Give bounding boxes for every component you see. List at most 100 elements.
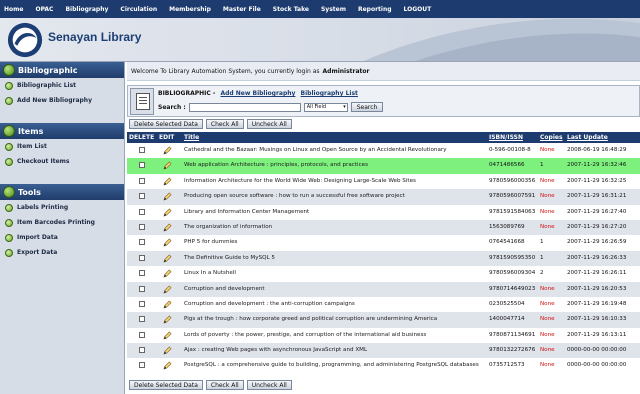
sidebar-item-labels-printing[interactable]: Labels Printing: [0, 200, 124, 215]
table-row: Producing open source software : how to …: [127, 189, 640, 205]
delete-checkbox[interactable]: [139, 347, 145, 354]
row-last-update: 2007-11-29 16:32:25: [567, 177, 627, 184]
bullet-icon: [5, 234, 13, 242]
edit-pencil-icon[interactable]: [163, 346, 172, 355]
delete-checkbox[interactable]: [139, 223, 145, 230]
edit-pencil-icon[interactable]: [163, 177, 172, 186]
delete-checkbox[interactable]: [139, 285, 145, 292]
nav-logout[interactable]: LOGOUT: [404, 6, 432, 13]
edit-pencil-icon[interactable]: [163, 238, 172, 247]
row-isbn: 0-596-00108-8: [489, 147, 531, 153]
row-title[interactable]: The Definitive Guide to MySQL 5: [184, 255, 275, 261]
search-button[interactable]: Search: [350, 102, 384, 112]
delete-checkbox[interactable]: [139, 208, 145, 215]
sidebar-item-label: Labels Printing: [17, 204, 69, 211]
delete-selected-button[interactable]: Delete Selected Data: [129, 380, 203, 390]
col-isbn[interactable]: ISBN/ISSN: [489, 134, 523, 141]
edit-pencil-icon[interactable]: [163, 146, 172, 155]
edit-pencil-icon[interactable]: [163, 285, 172, 294]
sidebar-item-import-data[interactable]: Import Data: [0, 230, 124, 245]
row-title[interactable]: Linux In a Nutshell: [184, 270, 236, 276]
items-section-icon: [3, 125, 15, 137]
row-isbn: 0230525504: [489, 300, 525, 307]
edit-pencil-icon[interactable]: [163, 300, 172, 309]
delete-checkbox[interactable]: [139, 254, 145, 261]
delete-checkbox[interactable]: [139, 147, 145, 153]
nav-circulation[interactable]: Circulation: [120, 6, 157, 13]
nav-opac[interactable]: OPAC: [35, 6, 53, 13]
nav-reporting[interactable]: Reporting: [358, 6, 392, 13]
row-title[interactable]: Lords of poverty : the power, prestige, …: [184, 332, 426, 338]
table-row: Ajax : creating Web pages with asynchron…: [127, 343, 640, 359]
row-title[interactable]: Information Architecture for the World W…: [184, 178, 416, 184]
sidebar-item-bibliographic-list[interactable]: Bibliographic List: [0, 78, 124, 93]
delete-checkbox[interactable]: [139, 362, 145, 369]
edit-pencil-icon[interactable]: [163, 192, 172, 201]
sidebar-item-item-barcodes-printing[interactable]: Item Barcodes Printing: [0, 215, 124, 230]
nav-master-file[interactable]: Master File: [223, 6, 261, 13]
col-copies[interactable]: Copies: [540, 134, 563, 141]
row-last-update: 0000-00-00 00:00:00: [567, 362, 627, 369]
row-copies: None: [540, 208, 555, 215]
row-title[interactable]: Corruption and development: [184, 286, 265, 292]
sidebar-item-item-list[interactable]: Item List: [0, 139, 124, 154]
row-last-update: 2007-11-29 16:10:33: [567, 316, 627, 323]
row-copies: None: [540, 147, 555, 153]
col-title[interactable]: Title: [184, 134, 199, 141]
edit-pencil-icon[interactable]: [163, 161, 172, 170]
row-title[interactable]: Ajax : creating Web pages with asynchron…: [184, 347, 367, 353]
nav-membership[interactable]: Membership: [169, 6, 211, 13]
row-copies: 1: [540, 239, 544, 246]
sidebar-item-add-new-bibliography[interactable]: Add New Bibliography: [0, 93, 124, 108]
uncheck-all-button[interactable]: Uncheck All: [246, 380, 292, 390]
delete-checkbox[interactable]: [139, 331, 145, 338]
check-all-button[interactable]: Check All: [205, 380, 244, 390]
delete-checkbox[interactable]: [139, 316, 145, 323]
row-title[interactable]: Pigs at the trough : how corporate greed…: [184, 316, 437, 322]
delete-checkbox[interactable]: [139, 162, 145, 169]
check-all-button[interactable]: Check All: [205, 119, 244, 129]
search-input[interactable]: [188, 102, 301, 112]
nav-home[interactable]: Home: [4, 6, 23, 13]
sidebar-item-export-data[interactable]: Export Data: [0, 245, 124, 260]
row-title[interactable]: PostgreSQL : a comprehensive guide to bu…: [184, 362, 479, 368]
row-title[interactable]: Library and Information Center Managemen…: [184, 209, 309, 215]
add-new-bibliography-link[interactable]: Add New Bibliography: [220, 90, 295, 97]
edit-pencil-icon[interactable]: [163, 269, 172, 278]
row-isbn: 9780871134691: [489, 331, 536, 338]
edit-pencil-icon[interactable]: [163, 208, 172, 217]
row-copies: None: [540, 285, 555, 292]
row-title[interactable]: Cathedral and the Bazaar: Musings on Lin…: [184, 147, 447, 153]
uncheck-all-button[interactable]: Uncheck All: [246, 119, 292, 129]
row-isbn: 9780596009304: [489, 270, 536, 277]
delete-checkbox[interactable]: [139, 239, 145, 246]
row-last-update: 2007-11-29 16:26:11: [567, 270, 627, 277]
edit-pencil-icon[interactable]: [163, 361, 172, 370]
nav-system[interactable]: System: [321, 6, 346, 13]
sidebar-item-checkout-items[interactable]: Checkout Items: [0, 154, 124, 169]
sidebar-section-title: Items: [18, 126, 44, 136]
row-title[interactable]: The organization of information: [184, 224, 272, 230]
edit-pencil-icon[interactable]: [163, 254, 172, 263]
nav-stock-take[interactable]: Stock Take: [273, 6, 309, 13]
row-title[interactable]: Web application Architecture : principle…: [184, 162, 368, 168]
edit-pencil-icon[interactable]: [163, 315, 172, 324]
delete-checkbox[interactable]: [139, 177, 145, 184]
bibliography-list-link[interactable]: Bibliography List: [301, 90, 358, 97]
search-field-select[interactable]: All Field ▾: [303, 102, 348, 112]
row-title[interactable]: Producing open source software : how to …: [184, 193, 405, 199]
row-isbn: 9780596007591: [489, 193, 536, 200]
row-title[interactable]: Corruption and development : the anti-co…: [184, 301, 355, 307]
row-copies: None: [540, 193, 555, 200]
col-last-update[interactable]: Last Update: [567, 134, 608, 141]
delete-checkbox[interactable]: [139, 193, 145, 200]
row-title[interactable]: PHP 5 for dummies: [184, 239, 237, 245]
delete-selected-button[interactable]: Delete Selected Data: [129, 119, 203, 129]
sidebar: Bibliographic Bibliographic List Add New…: [0, 62, 125, 394]
delete-checkbox[interactable]: [139, 270, 145, 277]
edit-pencil-icon[interactable]: [163, 331, 172, 340]
nav-bibliography[interactable]: Bibliography: [65, 6, 108, 13]
edit-pencil-icon[interactable]: [163, 223, 172, 232]
delete-checkbox[interactable]: [139, 300, 145, 307]
bullet-icon: [5, 97, 13, 105]
